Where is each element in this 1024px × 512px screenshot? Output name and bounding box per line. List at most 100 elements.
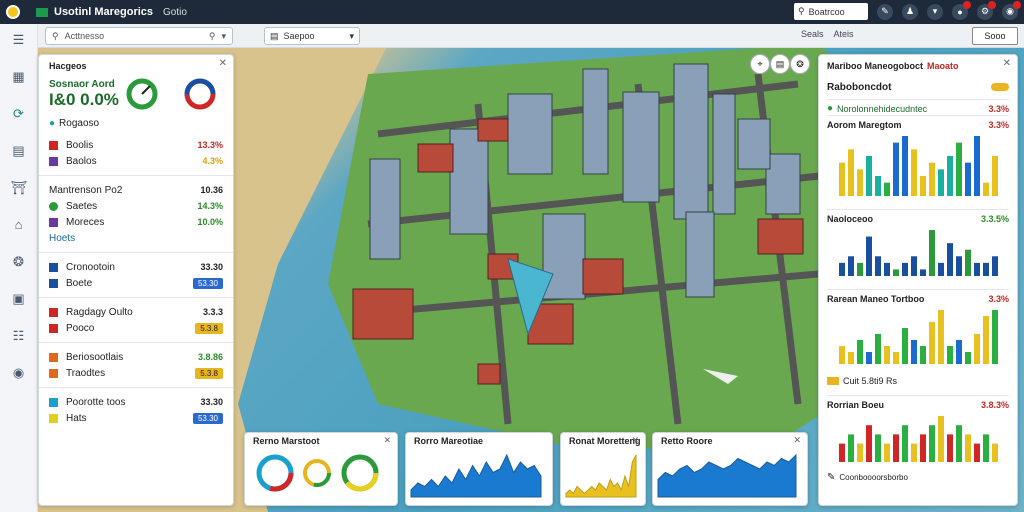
close-icon[interactable]: ✕ xyxy=(1003,58,1011,69)
bar-mark xyxy=(893,352,899,364)
list-item[interactable]: Ragdagy Oulto 3.3.3 xyxy=(49,304,223,320)
bar-mark xyxy=(956,256,962,276)
bar-mark xyxy=(902,262,908,276)
filter-button[interactable]: Sooo xyxy=(972,27,1018,45)
section-label: Rogaoso xyxy=(59,117,100,129)
location-pin-icon[interactable]: ◉ xyxy=(11,365,27,381)
search-submit-icon[interactable]: ⚲ xyxy=(209,31,216,42)
bar-mark xyxy=(866,425,872,462)
users-icon[interactable]: ♟ xyxy=(902,3,918,20)
bar-mark xyxy=(857,169,863,196)
list-item[interactable]: Pooco 5.3.8 xyxy=(49,320,223,336)
cube-icon[interactable]: ▣ xyxy=(11,291,27,307)
bar-mark xyxy=(911,340,917,364)
section-value: 3.8.3% xyxy=(980,400,1009,410)
line-chart-4 xyxy=(839,416,998,462)
area-series xyxy=(410,453,542,498)
search-icon: ⚲ xyxy=(52,30,59,41)
bar-mark xyxy=(884,262,890,276)
bar-mark xyxy=(848,434,854,462)
layers-control-icon[interactable]: ▤ xyxy=(770,54,790,74)
top-search-button[interactable]: ⚲ Boatrcoo xyxy=(794,3,868,20)
chevron-down-icon[interactable]: ▾ xyxy=(221,31,226,42)
refresh-icon[interactable]: ⟳ xyxy=(11,106,27,122)
legend-ateis[interactable]: Ateis xyxy=(834,29,854,39)
bar-mark xyxy=(947,434,953,462)
list-item[interactable]: Boolis 13.3% xyxy=(49,137,223,153)
close-icon[interactable]: ✕ xyxy=(219,58,227,69)
group-b-footer[interactable]: Hoets xyxy=(49,230,223,246)
bar-mark xyxy=(893,142,899,196)
group-b-value: 10.36 xyxy=(200,185,223,195)
map-search-input[interactable]: ⚲ Acttnesso ⚲ ▾ xyxy=(45,27,233,45)
list-item[interactable]: Moreces 10.0% xyxy=(49,214,223,230)
bar-mark xyxy=(920,176,926,196)
bar-mark xyxy=(884,182,890,196)
pen-icon[interactable]: ✎ xyxy=(877,3,893,20)
flag-icon xyxy=(36,7,48,17)
right-sub-label: Raboboncdot xyxy=(827,81,892,93)
value-pill: 5.3.8 xyxy=(195,322,223,334)
row-value: 33.30 xyxy=(200,262,223,272)
bar-mark xyxy=(929,425,935,462)
bar-mark xyxy=(992,256,998,276)
color-swatch xyxy=(49,262,58,272)
left-nav: ☰ ▦ ⟳ ▤ ⛩ ⌂ ❂ ▣ ☷ ◉ xyxy=(0,24,38,512)
bar-mark xyxy=(866,236,872,276)
locate-control-icon[interactable]: ⌖ xyxy=(750,54,770,74)
globe-icon[interactable]: ◉ xyxy=(1002,0,1021,20)
divider xyxy=(39,342,233,343)
list-item[interactable]: Baolos 4.3% xyxy=(49,153,223,169)
color-swatch xyxy=(49,323,58,333)
compass-control-icon[interactable]: ❂ xyxy=(790,54,810,74)
bar-mark xyxy=(893,434,899,462)
close-icon[interactable]: ✕ xyxy=(793,435,801,446)
layer-select[interactable]: ▤ Saepoo ▾ xyxy=(264,27,360,45)
legend-seals[interactable]: Seals xyxy=(801,29,824,39)
rows-a: Boolis 13.3% Baolos 4.3% xyxy=(49,137,223,169)
bar-mark xyxy=(929,322,935,364)
building-icon[interactable]: ▦ xyxy=(11,69,27,85)
settings-icon[interactable]: ⚙ xyxy=(977,0,996,20)
app-topbar: Usotinl Maregorics Gotio ⚲ Boatrcoo ✎ ♟ … xyxy=(0,0,1024,24)
hierarchy-icon[interactable]: ☰ xyxy=(11,32,27,48)
bar-mark xyxy=(965,434,971,462)
list-item[interactable]: Hats 53.30 xyxy=(49,410,223,426)
list-item[interactable]: Boete 53.30 xyxy=(49,275,223,291)
list-item[interactable]: Poorotte toos 33.30 xyxy=(49,394,223,410)
area-series xyxy=(657,453,797,498)
list-item[interactable]: Saetes 14.3% xyxy=(49,198,223,214)
bar-mark xyxy=(839,162,845,196)
home-icon[interactable]: ⌂ xyxy=(11,217,27,233)
document-icon[interactable]: ▤ xyxy=(11,143,27,159)
kpi-value: I&0 0.0% xyxy=(49,89,119,109)
chart-section-2: Naoloceoo 3.3.5% xyxy=(827,210,1009,290)
row-value: 4.3% xyxy=(202,156,223,166)
list-item[interactable]: Cronootoin 33.30 xyxy=(49,259,223,275)
list-item[interactable]: Traodtes 5.3.8 xyxy=(49,365,223,381)
row-label: Boete xyxy=(66,277,93,289)
color-swatch xyxy=(49,352,58,362)
notification-badge xyxy=(963,0,971,9)
close-icon[interactable]: ✕ xyxy=(631,435,639,446)
bank-icon[interactable]: ⛩ xyxy=(11,180,28,196)
bar-mark xyxy=(857,340,863,364)
color-swatch xyxy=(49,140,58,150)
layer-icon: ▤ xyxy=(270,30,279,41)
list-icon[interactable]: ☷ xyxy=(11,328,27,344)
bar-mark xyxy=(938,169,944,196)
user-avatar[interactable]: ● xyxy=(952,0,971,20)
chevron-down-icon[interactable]: ▾ xyxy=(927,3,943,20)
kpi-label-right: Norolonnehidecudntec xyxy=(837,103,928,114)
app-subtitle[interactable]: Gotio xyxy=(163,7,187,18)
row-value: 14.3% xyxy=(197,201,223,211)
bar-mark xyxy=(875,256,881,276)
app-logo-icon[interactable] xyxy=(6,5,20,19)
area-chart-3 xyxy=(657,453,797,498)
close-icon[interactable]: ✕ xyxy=(383,435,391,446)
compass-icon[interactable]: ❂ xyxy=(11,254,27,270)
toggle-switch[interactable] xyxy=(991,83,1009,91)
list-item[interactable]: Beriosootlais 3.8.86 xyxy=(49,349,223,365)
color-swatch xyxy=(49,217,58,227)
kpi-value-right: 3.3% xyxy=(988,103,1009,114)
